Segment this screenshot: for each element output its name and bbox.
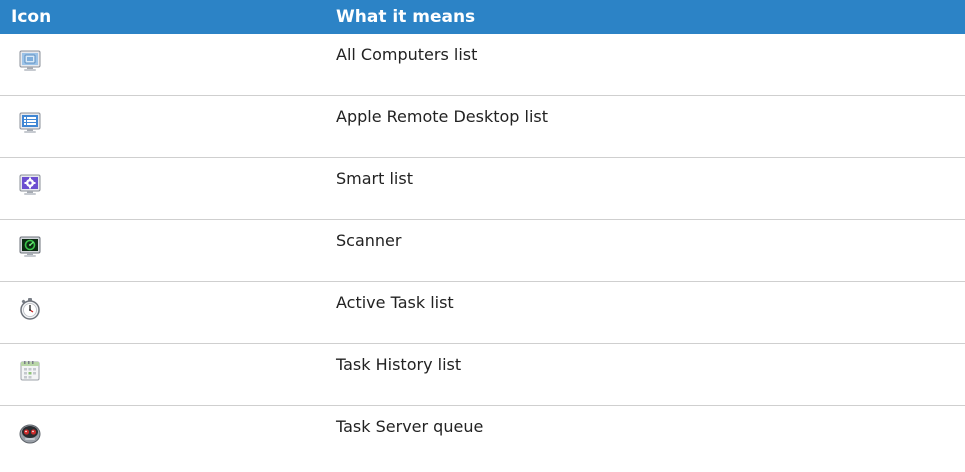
apple-remote-desktop-list-icon	[18, 111, 42, 135]
task-history-list-icon	[18, 359, 42, 383]
active-task-list-icon	[18, 297, 42, 321]
row-label: Scanner	[336, 231, 402, 250]
table-header: Icon What it means	[0, 0, 965, 34]
column-header-icon: Icon	[11, 7, 52, 27]
row-label: Active Task list	[336, 293, 454, 312]
table-row: Active Task list	[0, 282, 965, 344]
scanner-icon	[18, 235, 42, 259]
table-row: Smart list	[0, 158, 965, 220]
smart-list-icon	[18, 173, 42, 197]
row-label: Task History list	[336, 355, 462, 374]
row-label: Task Server queue	[336, 417, 484, 436]
task-server-queue-icon	[18, 421, 42, 445]
table-row: All Computers list	[0, 34, 965, 96]
table-row: Apple Remote Desktop list	[0, 96, 965, 158]
column-header-meaning: What it means	[336, 7, 476, 27]
row-label: All Computers list	[336, 45, 478, 64]
row-label: Apple Remote Desktop list	[336, 107, 549, 126]
icon-legend-table: Icon What it means All Computers list Ap…	[0, 0, 965, 472]
table-row: Scanner	[0, 220, 965, 282]
table-row: Task History list	[0, 344, 965, 406]
all-computers-list-icon	[18, 49, 42, 73]
table-row: Task Server queue	[0, 406, 965, 468]
row-label: Smart list	[336, 169, 413, 188]
